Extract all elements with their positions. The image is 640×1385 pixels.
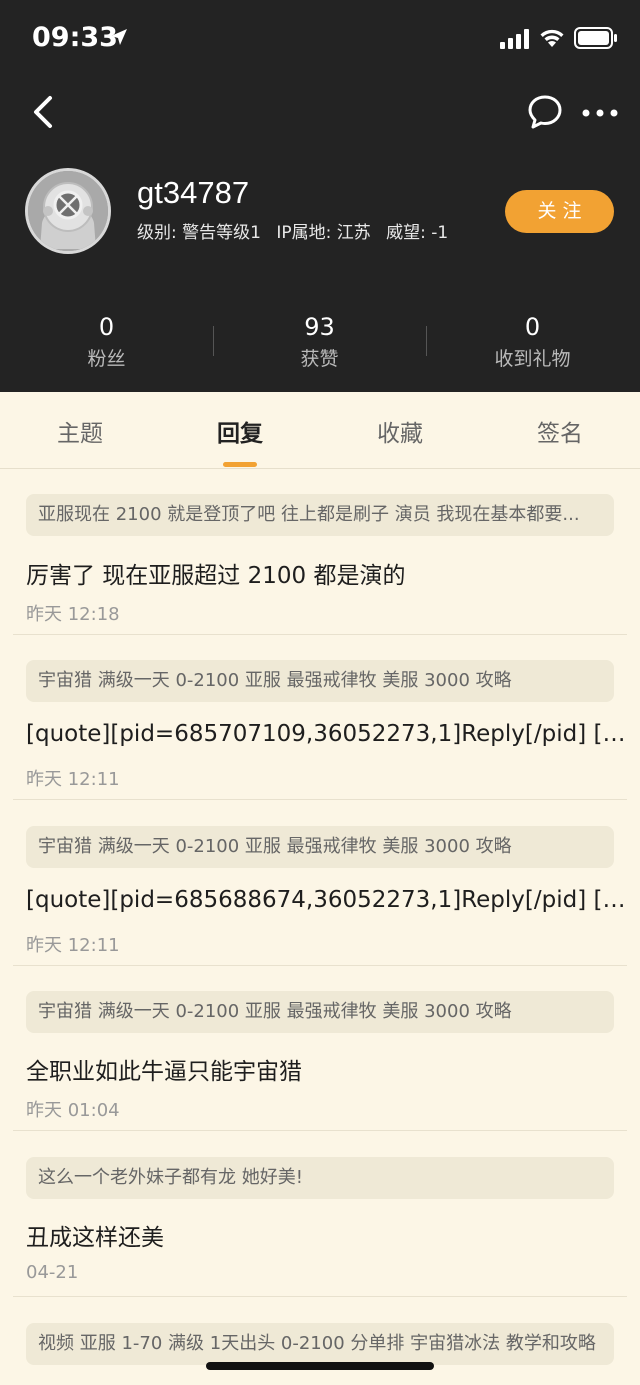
user-level: 级别: 警告等级1 [137,223,261,243]
tab-replies[interactable]: 回复 [160,414,320,448]
status-time: 09:33 [32,22,118,53]
chevron-left-icon[interactable] [28,92,62,132]
stat-gifts[interactable]: 0 收到礼物 [426,310,639,374]
quoted-post[interactable]: 这么一个老外妹子都有龙 她好美! [26,1157,614,1199]
reply-text: 厉害了 现在亚服超过 2100 都是演的 [26,563,406,589]
tab-favorites[interactable]: 收藏 [320,414,480,448]
reply-date: 昨天 12:11 [26,769,120,790]
reply-date: 昨天 12:11 [26,935,120,956]
diving-helmet-avatar [28,171,108,251]
status-bar: 09:33 [0,0,640,80]
list-item[interactable]: 亚服现在 2100 就是登顶了吧 往上都是刷子 演员 我现在基本都要... 厉害… [13,470,627,635]
user-ip-location: IP属地: 江苏 [276,223,371,243]
follow-button[interactable]: 关注 [505,190,614,233]
chat-bubble-icon[interactable] [526,94,564,130]
home-indicator[interactable] [206,1362,434,1370]
quoted-post[interactable]: 宇宙猎 满级一天 0-2100 亚服 最强戒律牧 美服 3000 攻略 [26,660,614,702]
username: gt34787 [137,175,250,210]
reply-text: 丑成这样还美 [26,1225,164,1251]
avatar[interactable] [25,168,111,254]
stat-value: 93 [304,313,335,341]
list-item[interactable]: 宇宙猎 满级一天 0-2100 亚服 最强戒律牧 美服 3000 攻略 全职业如… [13,966,627,1131]
cellular-signal-icon [500,29,529,49]
reply-text: [quote][pid=685688674,36052273,1]Reply[/… [26,887,626,913]
profile-stats: 0 粉丝 93 获赞 0 收到礼物 [0,310,640,376]
reply-text: 全职业如此牛逼只能宇宙猎 [26,1059,302,1085]
reply-date: 昨天 01:04 [26,1100,120,1121]
quoted-post[interactable]: 宇宙猎 满级一天 0-2100 亚服 最强戒律牧 美服 3000 攻略 [26,826,614,868]
more-dots-icon[interactable] [580,100,620,126]
reply-date: 昨天 12:18 [26,604,120,625]
reply-text: [quote][pid=685707109,36052273,1]Reply[/… [26,721,626,747]
user-meta: 级别: 警告等级1 IP属地: 江苏 威望: -1 [137,218,458,243]
tab-topics[interactable]: 主题 [0,414,160,448]
stat-label: 收到礼物 [494,348,571,370]
list-item[interactable]: 宇宙猎 满级一天 0-2100 亚服 最强戒律牧 美服 3000 攻略 [quo… [13,800,627,966]
profile-tabs: 主题 回复 收藏 签名 [0,392,640,469]
user-prestige: 威望: -1 [386,223,449,243]
profile-header: 09:33 gt34787 级别: 警告等级1 IP属地: 江苏 威望: -1 … [0,0,640,392]
stat-followers[interactable]: 0 粉丝 [0,310,213,374]
battery-icon [574,27,617,49]
list-item[interactable]: 视频 亚服 1-70 满级 1天出头 0-2100 分单排 宇宙猎冰法 教学和攻… [13,1297,627,1385]
stat-label: 粉丝 [87,348,126,370]
tab-signature[interactable]: 签名 [480,414,640,448]
active-tab-indicator [223,462,257,467]
wifi-icon [540,29,564,47]
quoted-post[interactable]: 视频 亚服 1-70 满级 1天出头 0-2100 分单排 宇宙猎冰法 教学和攻… [26,1323,614,1365]
stat-value: 0 [524,313,541,341]
stat-value: 0 [98,313,115,341]
stat-likes[interactable]: 93 获赞 [213,310,426,374]
location-arrow-icon [111,29,127,45]
list-item[interactable]: 这么一个老外妹子都有龙 她好美! 丑成这样还美 04-21 [13,1131,627,1297]
quoted-post[interactable]: 宇宙猎 满级一天 0-2100 亚服 最强戒律牧 美服 3000 攻略 [26,991,614,1033]
quoted-post[interactable]: 亚服现在 2100 就是登顶了吧 往上都是刷子 演员 我现在基本都要... [26,494,614,536]
reply-date: 04-21 [26,1262,79,1283]
list-item[interactable]: 宇宙猎 满级一天 0-2100 亚服 最强戒律牧 美服 3000 攻略 [quo… [13,635,627,800]
stat-label: 获赞 [300,348,339,370]
